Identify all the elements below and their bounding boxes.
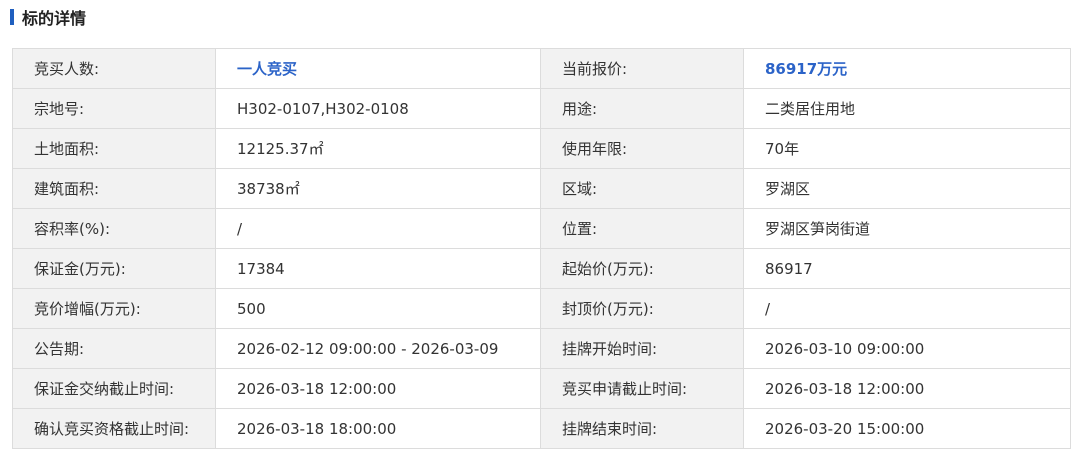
table-row: 宗地号: H302-0107,H302-0108 用途: 二类居住用地 <box>12 88 1071 129</box>
qualification-deadline-value: 2026-03-18 18:00:00 <box>215 408 541 449</box>
table-row: 确认竞买资格截止时间: 2026-03-18 18:00:00 挂牌结束时间: … <box>12 408 1071 449</box>
listing-start-label: 挂牌开始时间: <box>540 328 744 369</box>
parcel-number-label: 宗地号: <box>12 88 216 129</box>
announcement-period-label: 公告期: <box>12 328 216 369</box>
section-header: 标的详情 <box>10 6 86 28</box>
district-label: 区域: <box>540 168 744 209</box>
location-value: 罗湖区笋岗街道 <box>743 208 1071 249</box>
table-row: 公告期: 2026-02-12 09:00:00 - 2026-03-09 挂牌… <box>12 328 1071 369</box>
use-term-label: 使用年限: <box>540 128 744 169</box>
detail-table: 竞买人数: 一人竞买 当前报价: 86917万元 宗地号: H302-0107,… <box>12 48 1071 449</box>
deposit-deadline-label: 保证金交纳截止时间: <box>12 368 216 409</box>
bidder-count-label: 竞买人数: <box>12 48 216 89</box>
starting-price-label: 起始价(万元): <box>540 248 744 289</box>
plot-ratio-value: / <box>215 208 541 249</box>
starting-price-value: 86917 <box>743 248 1071 289</box>
table-row: 建筑面积: 38738㎡ 区域: 罗湖区 <box>12 168 1071 209</box>
parcel-number-value: H302-0107,H302-0108 <box>215 88 541 129</box>
table-row: 容积率(%): / 位置: 罗湖区笋岗街道 <box>12 208 1071 249</box>
price-cap-value: / <box>743 288 1071 329</box>
current-bid-value: 86917万元 <box>743 48 1071 89</box>
land-area-value: 12125.37㎡ <box>215 128 541 169</box>
table-row: 竞价增幅(万元): 500 封顶价(万元): / <box>12 288 1071 329</box>
table-row: 保证金(万元): 17384 起始价(万元): 86917 <box>12 248 1071 289</box>
land-area-label: 土地面积: <box>12 128 216 169</box>
use-term-value: 70年 <box>743 128 1071 169</box>
bid-increment-value: 500 <box>215 288 541 329</box>
location-label: 位置: <box>540 208 744 249</box>
land-use-value: 二类居住用地 <box>743 88 1071 129</box>
building-area-label: 建筑面积: <box>12 168 216 209</box>
table-row: 竞买人数: 一人竞买 当前报价: 86917万元 <box>12 48 1071 89</box>
deposit-label: 保证金(万元): <box>12 248 216 289</box>
price-cap-label: 封顶价(万元): <box>540 288 744 329</box>
table-row: 保证金交纳截止时间: 2026-03-18 12:00:00 竞买申请截止时间:… <box>12 368 1071 409</box>
deposit-value: 17384 <box>215 248 541 289</box>
land-use-label: 用途: <box>540 88 744 129</box>
qualification-deadline-label: 确认竞买资格截止时间: <box>12 408 216 449</box>
deposit-deadline-value: 2026-03-18 12:00:00 <box>215 368 541 409</box>
listing-start-value: 2026-03-10 09:00:00 <box>743 328 1071 369</box>
announcement-period-value: 2026-02-12 09:00:00 - 2026-03-09 <box>215 328 541 369</box>
district-value: 罗湖区 <box>743 168 1071 209</box>
application-deadline-value: 2026-03-18 12:00:00 <box>743 368 1071 409</box>
listing-end-value: 2026-03-20 15:00:00 <box>743 408 1071 449</box>
title-accent-bar <box>10 9 14 25</box>
listing-end-label: 挂牌结束时间: <box>540 408 744 449</box>
plot-ratio-label: 容积率(%): <box>12 208 216 249</box>
bid-increment-label: 竞价增幅(万元): <box>12 288 216 329</box>
current-bid-label: 当前报价: <box>540 48 744 89</box>
table-row: 土地面积: 12125.37㎡ 使用年限: 70年 <box>12 128 1071 169</box>
application-deadline-label: 竞买申请截止时间: <box>540 368 744 409</box>
bidder-count-value: 一人竞买 <box>215 48 541 89</box>
section-title: 标的详情 <box>22 9 87 28</box>
building-area-value: 38738㎡ <box>215 168 541 209</box>
